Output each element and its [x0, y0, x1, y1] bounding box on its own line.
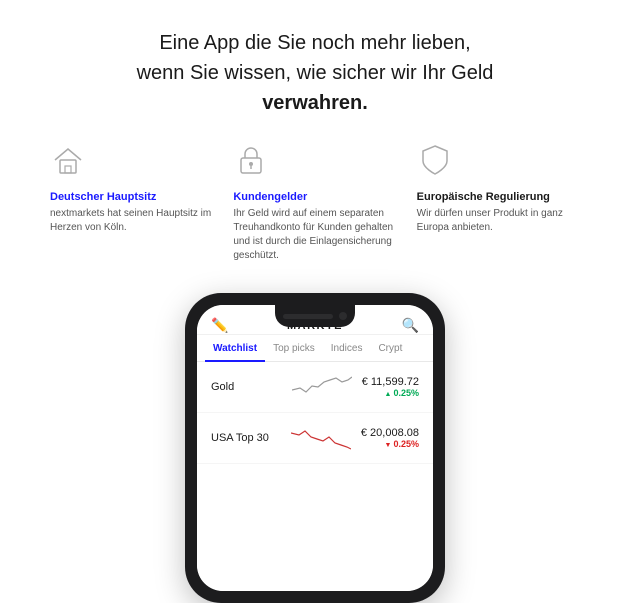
stock-change-gold: 0.25% — [362, 388, 419, 398]
phone-mockup: ✏️ MÄRKTE 🔍 Watchlist Top picks Indices … — [0, 293, 630, 603]
feature-hauptsitz: Deutscher Hauptsitz nextmarkets hat sein… — [40, 142, 223, 263]
stock-list: Gold € 11,599.72 0.25% USA Top 30 — [197, 362, 433, 591]
app-tabs: Watchlist Top picks Indices Crypt — [197, 335, 433, 362]
stock-chart-gold — [292, 372, 352, 402]
up-arrow-gold — [385, 388, 392, 398]
feature-kundengelder-desc: Ihr Geld wird auf einem separaten Treuha… — [233, 207, 396, 263]
stock-price-block-gold: € 11,599.72 0.25% — [362, 376, 419, 398]
stock-change-usa: 0.25% — [361, 439, 419, 449]
hero-line1: Eine App die Sie noch mehr lieben, — [159, 32, 470, 54]
hero-section: Eine App die Sie noch mehr lieben, wenn … — [0, 0, 630, 142]
shield-icon — [417, 142, 453, 178]
feature-regulierung-desc: Wir dürfen unser Produkt in ganz Europa … — [417, 207, 580, 235]
stock-change-value-gold: 0.25% — [393, 388, 419, 398]
feature-regulierung-title: Europäische Regulierung — [417, 191, 580, 203]
stock-chart-usa — [291, 423, 351, 453]
home-icon — [50, 142, 86, 178]
search-icon[interactable]: 🔍 — [402, 317, 419, 334]
tab-crypto[interactable]: Crypt — [370, 335, 410, 362]
features-row: Deutscher Hauptsitz nextmarkets hat sein… — [0, 142, 630, 283]
tab-indices[interactable]: Indices — [323, 335, 371, 362]
front-camera — [339, 312, 347, 320]
tab-watchlist[interactable]: Watchlist — [205, 335, 265, 362]
phone-screen: ✏️ MÄRKTE 🔍 Watchlist Top picks Indices … — [197, 305, 433, 591]
phone-body: ✏️ MÄRKTE 🔍 Watchlist Top picks Indices … — [185, 293, 445, 603]
stock-change-value-usa: 0.25% — [393, 439, 419, 449]
feature-kundengelder-title: Kundengelder — [233, 191, 396, 203]
stock-price-gold: € 11,599.72 — [362, 376, 419, 388]
stock-name-usa: USA Top 30 — [211, 432, 281, 444]
feature-regulierung: Europäische Regulierung Wir dürfen unser… — [407, 142, 590, 263]
down-arrow-usa — [385, 439, 392, 449]
stock-item-gold[interactable]: Gold € 11,599.72 0.25% — [197, 362, 433, 413]
phone-speaker — [283, 314, 333, 319]
feature-kundengelder: Kundengelder Ihr Geld wird auf einem sep… — [223, 142, 406, 263]
stock-price-usa: € 20,008.08 — [361, 427, 419, 439]
lock-icon — [233, 142, 269, 178]
edit-icon[interactable]: ✏️ — [211, 317, 228, 334]
stock-price-block-usa: € 20,008.08 0.25% — [361, 427, 419, 449]
phone-notch — [275, 305, 355, 327]
feature-hauptsitz-desc: nextmarkets hat seinen Hauptsitz im Herz… — [50, 207, 213, 235]
hero-line3: verwahren. — [262, 92, 368, 114]
hero-line2: wenn Sie wissen, wie sicher wir Ihr Geld — [137, 62, 494, 84]
stock-item-usa-top-30[interactable]: USA Top 30 € 20,008.08 0.25% — [197, 413, 433, 464]
stock-name-gold: Gold — [211, 381, 282, 393]
feature-hauptsitz-title: Deutscher Hauptsitz — [50, 191, 213, 203]
tab-toppicks[interactable]: Top picks — [265, 335, 323, 362]
